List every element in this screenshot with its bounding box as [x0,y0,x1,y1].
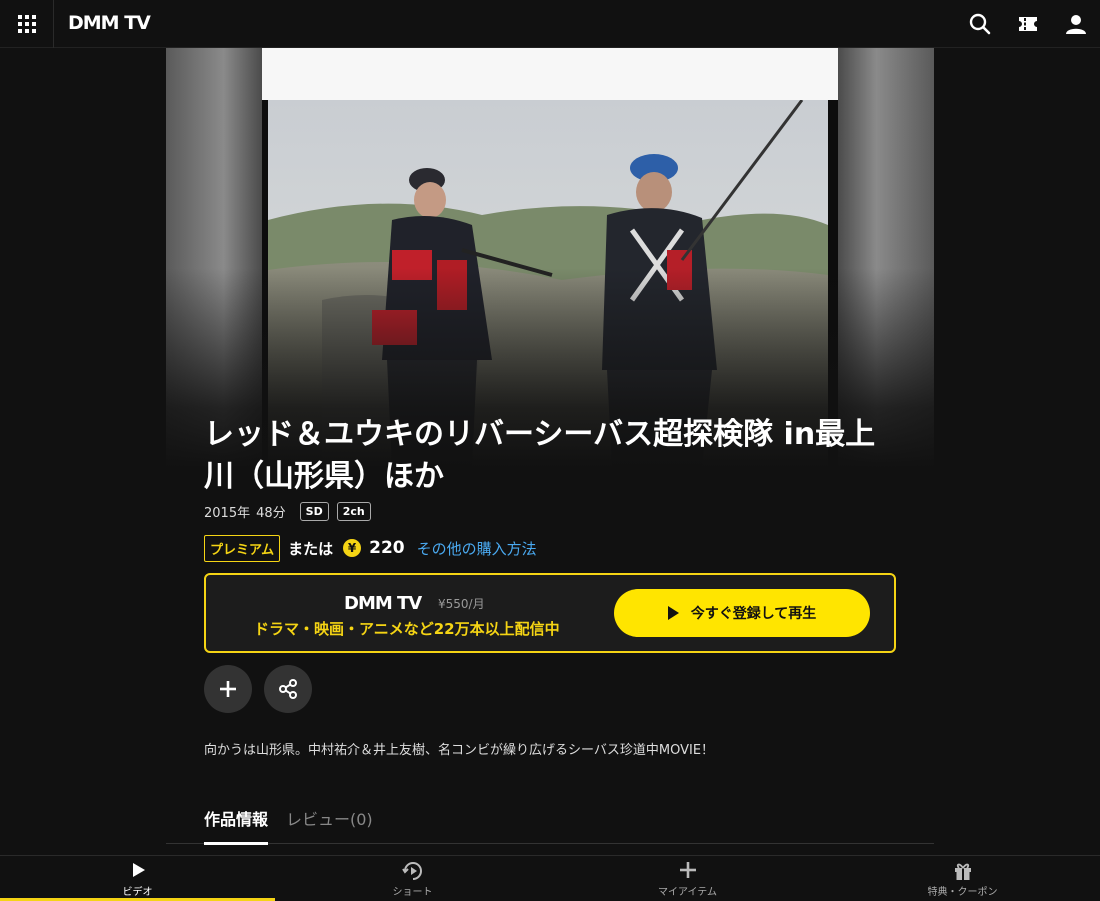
promo-description: ドラマ・映画・アニメなど22万本以上配信中 [254,620,560,638]
release-year: 2015年 [204,505,251,521]
audio-badge: 2ch [336,501,371,521]
tab-work-info[interactable]: 作品情報 [204,806,269,845]
video-meta: 2015年 48分 SD 2ch [204,500,371,522]
nav-video-label: ビデオ [122,887,153,898]
purchase-options: プレミアム または ¥ 220 その他の購入方法 [204,534,537,562]
detail-tabs: 作品情報 レビュー(0) [166,800,934,845]
plus-icon [679,862,696,878]
subscribe-and-play-button[interactable]: 今すぐ登録して再生 [614,589,870,637]
duration: 48分 [256,505,286,521]
video-description: 向かうは山形県。中村祐介＆井上友樹、名コンビが繰り広げるシーバス珍道中MOVIE… [204,743,715,758]
nav-benefits-coupons[interactable]: 特典・クーポン [825,856,1100,901]
nav-benefits-label: 特典・クーポン [927,887,998,898]
grid-menu-icon [17,15,36,33]
account-icon[interactable] [1064,12,1088,36]
short-video-icon [401,862,422,880]
plus-icon [220,681,236,697]
nav-video[interactable]: ビデオ [0,856,275,901]
ticket-icon[interactable] [1016,12,1040,36]
share-icon [279,679,297,699]
add-to-mylist-button[interactable] [204,665,252,713]
top-header: DMM TV [0,0,1100,48]
rental-price: 220 [369,538,405,558]
tab-reviews[interactable]: レビュー(0) [286,806,373,842]
promo-monthly-price: ¥550/月 [438,597,485,611]
gift-icon [954,863,971,880]
subscribe-button-label: 今すぐ登録して再生 [690,606,817,622]
hero-thumbnail [166,48,934,468]
bottom-navigation: ビデオ ショート マイアイテム 特典・クーポン [0,855,1100,901]
nav-short[interactable]: ショート [275,856,550,901]
quality-badge: SD [299,501,329,521]
play-icon [667,606,679,620]
nav-short-label: ショート [392,887,433,898]
menu-button[interactable] [0,0,54,48]
or-label: または [288,539,334,558]
share-button[interactable] [264,665,312,713]
nav-my-items-label: マイアイテム [658,887,717,898]
page-title: レッド＆ユウキのリバーシーバス超探検隊 in最上川（山形県）ほか [204,417,876,494]
nav-my-items[interactable]: マイアイテム [550,856,825,901]
play-icon [132,863,145,877]
dmm-tv-logo[interactable]: DMM TV [68,12,151,34]
search-icon[interactable] [968,12,992,36]
yen-coin-icon: ¥ [343,539,362,557]
premium-signup-banner: DMM TV ¥550/月 ドラマ・映画・アニメなど22万本以上配信中 今すぐ登… [204,573,896,653]
promo-dmm-tv-logo: DMM TV [344,593,422,614]
other-purchase-methods-link[interactable]: その他の購入方法 [417,538,537,559]
premium-badge: プレミアム [204,534,281,562]
